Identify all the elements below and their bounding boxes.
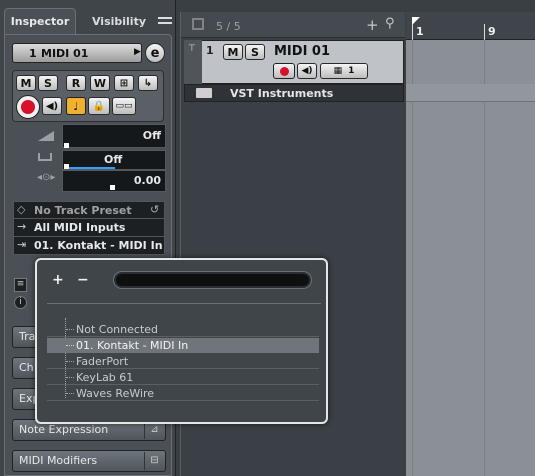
info-icon[interactable]: i	[14, 296, 27, 309]
ruler-tick-9	[484, 24, 485, 40]
ruler-tick-1	[412, 24, 413, 40]
event-lane	[406, 84, 535, 102]
record-enable-button[interactable]	[16, 95, 40, 119]
popup-list-item-selected[interactable]: 01. Kontakt - MIDI In	[47, 338, 319, 353]
lanes-icon[interactable]: ▭▭	[112, 97, 136, 115]
track-count: 5 / 5	[216, 20, 241, 33]
track-preset-label: No Track Preset	[34, 204, 132, 217]
track-list-number: 1	[206, 44, 214, 57]
pan-line	[67, 167, 115, 169]
pan-icon	[38, 153, 52, 161]
menu-icon[interactable]	[158, 12, 172, 28]
pan-control[interactable]: Off	[62, 150, 166, 170]
popup-list-item[interactable]: Waves ReWire	[47, 386, 319, 401]
solo-button[interactable]: S	[38, 75, 58, 91]
popup-list-item[interactable]: KeyLab 61	[47, 370, 319, 385]
popup-tree-branch	[66, 393, 74, 394]
grid-line	[412, 40, 413, 476]
read-button[interactable]: R	[66, 75, 86, 91]
midi-input-label: All MIDI Inputs	[34, 221, 126, 234]
search-icon[interactable]: ⚲	[385, 16, 395, 31]
channel-grid-icon: ▦	[333, 66, 343, 76]
ruler[interactable]	[406, 12, 535, 40]
write-button[interactable]: W	[90, 75, 110, 91]
midi-input-icon: →	[17, 220, 27, 233]
popup-item-label: FaderPort	[76, 355, 129, 368]
popup-search-input[interactable]	[114, 272, 311, 288]
add-track-icon[interactable]: +	[366, 16, 379, 34]
track-monitor-icon[interactable]: ◀)	[297, 63, 317, 79]
midi-modifiers-icon[interactable]: ⊟	[144, 452, 164, 470]
pan-handle[interactable]	[64, 164, 69, 169]
midi-output-row[interactable]: ⇥ 01. Kontakt - MIDI In	[13, 237, 165, 255]
popup-tree-branch	[66, 377, 74, 378]
track-number: 1	[29, 47, 37, 60]
volume-value: Off	[142, 129, 161, 142]
ruler-mark-1: 1	[416, 25, 424, 38]
track-list-settings-icon[interactable]	[192, 18, 204, 30]
edit-channel-icon[interactable]: ⊞	[114, 75, 134, 91]
volume-handle[interactable]	[64, 143, 69, 148]
track-list-name[interactable]: MIDI 01	[274, 44, 330, 59]
list-icon[interactable]: ≡	[14, 278, 27, 292]
folder-icon	[196, 88, 212, 98]
volume-fader[interactable]: Off	[62, 124, 166, 148]
popup-tree-branch	[66, 345, 74, 346]
pan-value: Off	[104, 153, 123, 166]
lock-icon[interactable]: 🔒	[88, 97, 110, 115]
grid-line	[484, 40, 485, 476]
routing-icon[interactable]: ↳	[138, 75, 158, 91]
chevron-right-icon: ▶	[134, 47, 141, 57]
track-channel: 1	[348, 66, 355, 76]
inspector-track-name-bar[interactable]: 1 MIDI 01 ▶	[12, 43, 142, 63]
popup-add-button[interactable]: +	[52, 272, 64, 288]
popup-tree-branch	[66, 329, 74, 330]
volume-icon	[38, 131, 54, 141]
mute-button[interactable]: M	[16, 75, 36, 91]
tab-visibility[interactable]: Visibility	[84, 12, 154, 30]
tab-inspector[interactable]: Inspector	[4, 8, 76, 34]
monitor-speaker-icon[interactable]: ◀)	[42, 97, 62, 115]
popup-list-item[interactable]: FaderPort	[47, 354, 319, 369]
preset-icon: ◇	[17, 203, 26, 216]
reload-icon[interactable]: ↺	[150, 203, 159, 216]
popup-item-label: Not Connected	[76, 323, 159, 336]
folder-track-name: VST Instruments	[230, 87, 334, 100]
edit-instrument-button[interactable]: e	[145, 43, 165, 63]
delay-icon: ◂⊙▸	[37, 172, 56, 183]
midi-output-label: 01. Kontakt - MIDI In	[34, 239, 163, 252]
midi-output-icon: ⇥	[17, 238, 27, 251]
popup-item-label: 01. Kontakt - MIDI In	[76, 339, 189, 352]
track-channel-field[interactable]: ▦ 1	[320, 63, 368, 79]
track-preset-row[interactable]: ◇ No Track Preset ↺	[13, 201, 165, 219]
ruler-mark-9: 9	[488, 25, 496, 38]
track-drag-icon: ⊤	[188, 44, 196, 54]
event-display[interactable]	[406, 12, 535, 476]
popup-remove-button[interactable]: −	[77, 272, 89, 288]
delay-handle[interactable]	[110, 185, 115, 190]
timebase-note-icon[interactable]: ♩	[66, 97, 86, 115]
delay-control[interactable]: 0.00	[62, 170, 166, 192]
track-mute-button[interactable]: M	[223, 44, 243, 60]
project-start-marker	[412, 17, 420, 25]
section-midi-modifiers[interactable]: MIDI Modifiers	[12, 450, 166, 472]
popup-list-item[interactable]: Not Connected	[47, 322, 319, 337]
popup-item-label: Waves ReWire	[76, 387, 155, 400]
popup-divider	[47, 303, 321, 304]
delay-value: 0.00	[133, 174, 161, 187]
popup-tree-branch	[66, 361, 74, 362]
track-name: MIDI 01	[41, 47, 89, 60]
midi-input-row[interactable]: → All MIDI Inputs	[13, 219, 165, 237]
track-record-button[interactable]	[273, 63, 295, 79]
track-solo-button[interactable]: S	[245, 44, 265, 60]
popup-item-label: KeyLab 61	[76, 371, 134, 384]
